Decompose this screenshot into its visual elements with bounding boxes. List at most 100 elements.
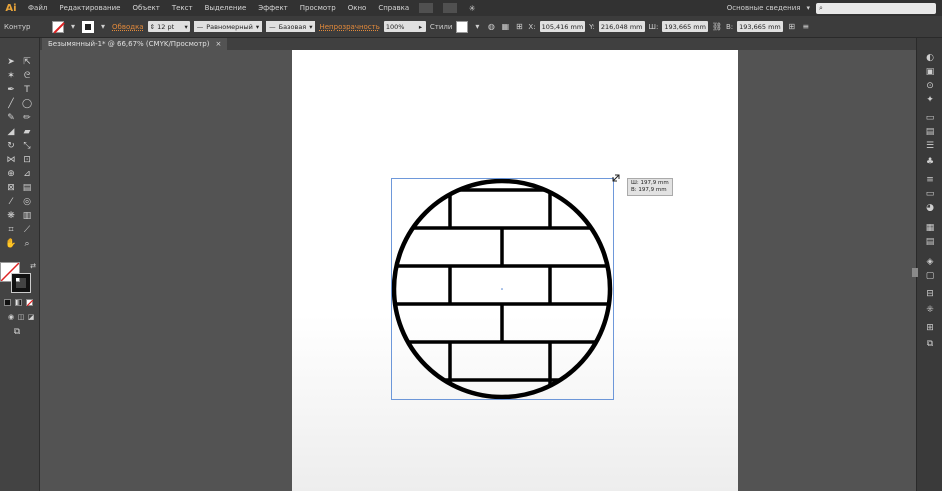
w-value: 193,665 mm <box>664 22 706 31</box>
menu-item[interactable]: Файл <box>22 0 53 16</box>
magic-wand-tool-icon[interactable]: ✶ <box>4 70 18 82</box>
layers-panel-icon[interactable]: ▦ <box>924 222 936 234</box>
menu-item[interactable]: Выделение <box>199 0 253 16</box>
size-tooltip: Ш: 197,9 mm В: 197,9 mm <box>627 178 673 196</box>
width-tool-icon[interactable]: ⋈ <box>4 154 18 166</box>
transform-panel-icon[interactable]: ⁜ <box>924 304 936 316</box>
y-field[interactable]: 216,048 mm <box>598 21 645 32</box>
menu-item[interactable]: Справка <box>372 0 415 16</box>
hand-tool-icon[interactable]: ✋ <box>4 238 18 250</box>
menu-item[interactable]: Объект <box>126 0 165 16</box>
asset-export-icon[interactable]: ▢ <box>924 270 936 282</box>
club-icon[interactable]: ♣ <box>924 156 936 168</box>
transform-icon[interactable]: ⊞ <box>514 22 524 32</box>
color-guide-icon[interactable]: ▣ <box>924 66 936 78</box>
bridge-icon[interactable] <box>419 3 434 13</box>
swatches-icon[interactable]: ⊙ <box>924 80 936 92</box>
stroke-link[interactable]: Обводка <box>112 23 144 31</box>
stroke-weight-field[interactable]: ⇕ 12 pt ▾ <box>147 21 190 32</box>
graphic-styles-icon[interactable]: ▤ <box>924 126 936 138</box>
w-field[interactable]: 193,665 mm <box>662 21 708 32</box>
pathfinder-icon[interactable]: ⊞ <box>924 322 936 334</box>
panel-menu-icon[interactable]: ≡ <box>801 22 811 32</box>
transform-options-icon[interactable]: ⊞ <box>787 22 797 32</box>
paintbrush-tool-icon[interactable]: ✎ <box>4 112 18 124</box>
stroke-color-icon[interactable] <box>11 273 31 293</box>
scale-tool-icon[interactable]: ⤡ <box>20 140 34 152</box>
document-tab-title: Безымянный-1* @ 66,67% (CMYK/Просмотр) <box>48 40 210 48</box>
links-icon[interactable]: ⧉ <box>924 338 936 350</box>
menu-item[interactable]: Просмотр <box>294 0 342 16</box>
swap-colors-icon[interactable]: ⇄ <box>26 260 40 272</box>
gradient-tool-icon[interactable]: ▤ <box>20 182 34 194</box>
line-tool-icon[interactable]: ╱ <box>4 98 18 110</box>
stroke-panel-icon[interactable]: ≡ <box>924 174 936 186</box>
blob-brush-tool-icon[interactable]: ◢ <box>4 126 18 138</box>
fill-swatch[interactable] <box>52 20 64 33</box>
eraser-tool-icon[interactable]: ▰ <box>20 126 34 138</box>
arrange-documents-icon[interactable] <box>443 3 458 13</box>
artboards-icon[interactable]: ▤ <box>924 236 936 248</box>
transparency-icon[interactable]: ◕ <box>924 202 936 214</box>
gradient-panel-icon[interactable]: ▭ <box>924 188 936 200</box>
perspective-grid-tool-icon[interactable]: ⊿ <box>20 168 34 180</box>
lasso-tool-icon[interactable]: ᘓ <box>20 70 34 82</box>
x-field[interactable]: 105,416 mm <box>539 21 586 32</box>
graphic-style-swatch[interactable] <box>456 20 469 33</box>
align-icon[interactable]: ▦ <box>500 22 510 32</box>
menu-item[interactable]: Окно <box>342 0 373 16</box>
stepper-icon[interactable]: ⇕ <box>150 23 155 31</box>
graph-tool-icon[interactable]: ▥ <box>20 210 34 222</box>
symbols-icon[interactable]: ▭ <box>924 112 936 124</box>
color-mode-icon[interactable] <box>4 299 11 306</box>
variable-width-profile-select[interactable]: — Равномерный ▾ <box>193 21 263 32</box>
menu-item[interactable]: Текст <box>166 0 199 16</box>
layers-icon[interactable]: ◈ <box>924 256 936 268</box>
selection-tool-icon[interactable]: ➤ <box>4 56 18 68</box>
symbol-sprayer-tool-icon[interactable]: ❋ <box>4 210 18 222</box>
tooltip-width: Ш: 197,9 mm <box>631 180 669 186</box>
blend-tool-icon[interactable]: ◎ <box>20 196 34 208</box>
color-panel-icon[interactable]: ◐ <box>924 52 936 64</box>
opacity-field[interactable]: 100% ▸ <box>383 21 426 32</box>
artboard-tool-icon[interactable]: ⌗ <box>4 224 18 236</box>
document-tab[interactable]: Безымянный-1* @ 66,67% (CMYK/Просмотр) × <box>42 38 228 50</box>
chevron-down-icon[interactable]: ▾ <box>472 22 482 32</box>
appearance-icon[interactable]: ☰ <box>924 140 936 152</box>
link-icon[interactable]: ⛓ <box>712 22 722 32</box>
gpu-icon[interactable]: ✳ <box>467 3 477 13</box>
search-input[interactable]: ⌕ <box>816 2 936 14</box>
h-field[interactable]: 193,665 mm <box>737 21 783 32</box>
brushes-icon[interactable]: ✦ <box>924 94 936 106</box>
brush-definition-select[interactable]: — Базовая ▾ <box>266 21 316 32</box>
align-panel-icon[interactable]: ⊟ <box>924 288 936 300</box>
shape-builder-tool-icon[interactable]: ⊕ <box>4 168 18 180</box>
ellipse-tool-icon[interactable]: ◯ <box>20 98 34 110</box>
draw-inside-icon[interactable]: ◪ <box>24 311 38 323</box>
workspace-switcher[interactable]: Основные сведения <box>727 4 801 12</box>
type-tool-icon[interactable]: T <box>20 84 34 96</box>
recolor-artwork-icon[interactable]: ◍ <box>486 22 496 32</box>
gradient-mode-icon[interactable] <box>15 299 22 306</box>
rotate-tool-icon[interactable]: ↻ <box>4 140 18 152</box>
close-icon[interactable]: × <box>215 40 221 48</box>
chevron-down-icon[interactable]: ▾ <box>68 22 78 32</box>
none-mode-icon[interactable] <box>26 299 34 307</box>
screen-mode-icon[interactable]: ⧉ <box>10 326 24 338</box>
chevron-down-icon[interactable]: ▾ <box>98 22 108 32</box>
menu-item[interactable]: Эффект <box>252 0 293 16</box>
free-transform-tool-icon[interactable]: ⊡ <box>20 154 34 166</box>
direct-selection-tool-icon[interactable]: ⇱ <box>20 56 34 68</box>
zoom-tool-icon[interactable]: ⌕ <box>20 238 34 250</box>
menu-item[interactable]: Редактирование <box>53 0 126 16</box>
slice-tool-icon[interactable]: ⟋ <box>20 224 34 236</box>
chevron-down-icon[interactable]: ▾ <box>806 4 810 12</box>
stroke-swatch[interactable] <box>82 20 94 33</box>
pencil-tool-icon[interactable]: ✏ <box>20 112 34 124</box>
eyedropper-tool-icon[interactable]: ⁄ <box>4 196 18 208</box>
mesh-tool-icon[interactable]: ⊠ <box>4 182 18 194</box>
opacity-link[interactable]: Непрозрачность <box>319 23 379 31</box>
pen-tool-icon[interactable]: ✒ <box>4 84 18 96</box>
vertical-scrollbar-thumb[interactable] <box>912 268 918 277</box>
control-bar: Контур ▾ ▾ Обводка ⇕ 12 pt ▾ — Равномерн… <box>0 16 942 38</box>
